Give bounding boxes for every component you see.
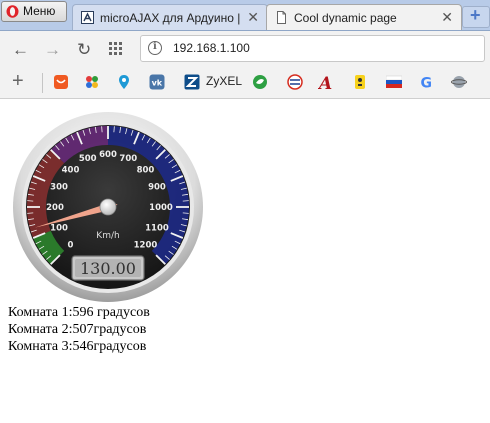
tab-close-icon[interactable]: ✕ xyxy=(441,9,453,26)
bookmarks-bar: + vk ZyXEL A G xyxy=(0,67,490,99)
gauge-hub xyxy=(99,198,117,216)
divider xyxy=(42,73,43,93)
plus-icon: + xyxy=(470,5,481,25)
font-a-icon[interactable]: A xyxy=(318,74,334,90)
tab-close-icon[interactable]: ✕ xyxy=(247,9,259,26)
leaf-icon[interactable] xyxy=(252,74,268,90)
google-icon[interactable]: G xyxy=(419,74,435,91)
gauge-tick-label: 300 xyxy=(50,183,68,193)
room-1-reading: Комната 1:596 градусов xyxy=(8,305,150,320)
forward-arrow-icon[interactable]: → xyxy=(44,40,61,60)
page-favicon-icon xyxy=(81,11,94,24)
speed-dial-grid-icon[interactable] xyxy=(109,42,122,55)
gauge-tick-label: 600 xyxy=(99,150,117,160)
back-arrow-icon[interactable]: ← xyxy=(12,40,29,60)
zyxel-bookmark-label[interactable]: ZyXEL xyxy=(206,74,242,88)
room-3-reading: Комната 3:546градусов xyxy=(8,339,147,354)
tab-cool-dynamic-page[interactable]: Cool dynamic page ✕ xyxy=(266,4,462,30)
gauge-tick-label: 900 xyxy=(148,183,166,193)
opera-logo-icon xyxy=(6,5,19,18)
new-tab-button[interactable]: + xyxy=(462,5,490,28)
gauge-tick-label: 1200 xyxy=(134,240,158,250)
game-icon[interactable] xyxy=(352,74,368,90)
tab-microajax[interactable]: microAJAX для Ардуино | ✕ xyxy=(72,4,268,30)
room-readings: Комната 1:596 градусов Комната 2:507град… xyxy=(8,304,150,355)
navigation-toolbar: ← → ↻ 192.168.1.100 xyxy=(0,31,490,67)
document-icon xyxy=(277,11,286,24)
gauge-unit-label: Km/h xyxy=(96,231,119,241)
flag-ru-icon[interactable] xyxy=(386,74,402,90)
zyxel-icon[interactable] xyxy=(184,74,200,90)
gauge-tick-label: 100 xyxy=(50,223,68,233)
room-2-reading: Комната 2:507градусов xyxy=(8,322,147,337)
planet-icon[interactable] xyxy=(451,74,467,90)
svg-text:vk: vk xyxy=(152,79,163,88)
gauge-tick-label: 700 xyxy=(119,154,137,164)
gauge-value-readout: 130.00 xyxy=(80,259,136,278)
gauge-tick-label: 1100 xyxy=(145,223,169,233)
opera-menu-button[interactable]: Меню xyxy=(1,1,67,22)
tab-strip: Меню microAJAX для Ардуино | ✕ Cool dyna… xyxy=(0,0,490,31)
gauge-tick-label: 200 xyxy=(46,203,64,213)
site-info-icon[interactable] xyxy=(148,41,162,55)
gauge-tick-label: 800 xyxy=(137,166,155,176)
speed-gauge: 0100 200 300 400 500 600 700800 900 1000 1100 1200… xyxy=(13,112,203,302)
gauge-tick-label: 500 xyxy=(79,154,97,164)
rzd-icon[interactable] xyxy=(287,74,303,90)
address-bar[interactable]: 192.168.1.100 xyxy=(140,35,485,62)
map-pin-icon[interactable] xyxy=(116,74,132,90)
add-bookmark-button[interactable]: + xyxy=(12,70,24,93)
svg-text:A: A xyxy=(318,74,332,90)
menu-label: Меню xyxy=(23,4,56,18)
gauge-tick-label: 0 xyxy=(68,240,74,250)
reload-icon[interactable]: ↻ xyxy=(77,40,91,60)
aliexpress-icon[interactable] xyxy=(53,74,69,90)
tab-title: Cool dynamic page xyxy=(294,11,397,25)
puzzle-icon[interactable] xyxy=(84,74,100,90)
gauge-tick-label: 1000 xyxy=(149,203,173,213)
address-text[interactable]: 192.168.1.100 xyxy=(173,41,250,55)
tab-title: microAJAX для Ардуино | xyxy=(100,11,241,25)
gauge-tick-label: 400 xyxy=(62,166,80,176)
vk-icon[interactable]: vk xyxy=(149,74,165,90)
svg-text:G: G xyxy=(421,76,433,91)
